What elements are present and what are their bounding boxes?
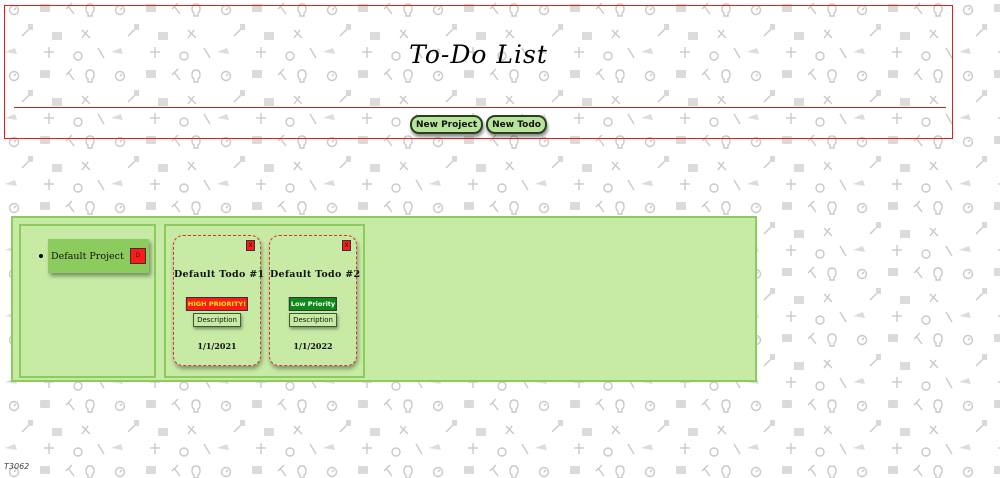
project-label: Default Project xyxy=(51,250,124,262)
page-title: To-Do List xyxy=(409,40,548,69)
main-panel: Default Project D X Default Todo #1 HIGH… xyxy=(11,216,757,382)
list-bullet xyxy=(39,254,43,258)
header-toolbar: New Project New Todo xyxy=(5,115,952,134)
due-date: 1/1/2021 xyxy=(197,341,237,351)
delete-project-button[interactable]: D xyxy=(129,248,146,264)
delete-todo-button[interactable]: X xyxy=(342,240,351,251)
todo-title: Default Todo #1 xyxy=(174,269,265,280)
todos-list: X Default Todo #1 HIGH PRIORITY! Descrip… xyxy=(164,224,365,378)
priority-badge: HIGH PRIORITY! xyxy=(185,297,249,311)
due-date: 1/1/2022 xyxy=(293,341,333,351)
description-button[interactable]: Description xyxy=(289,313,337,327)
new-todo-button[interactable]: New Todo xyxy=(486,115,547,134)
new-project-button[interactable]: New Project xyxy=(410,115,484,134)
delete-todo-button[interactable]: X xyxy=(246,240,255,251)
app-header: To-Do List New Project New Todo xyxy=(4,5,953,139)
priority-badge: Low Priority xyxy=(288,297,338,311)
todo-card[interactable]: X Default Todo #1 HIGH PRIORITY! Descrip… xyxy=(173,235,265,366)
todo-title: Default Todo #2 xyxy=(270,269,361,280)
projects-list: Default Project D xyxy=(19,224,156,378)
header-divider xyxy=(14,107,946,108)
description-button[interactable]: Description xyxy=(193,313,241,327)
todo-card[interactable]: X Default Todo #2 Low Priority Descripti… xyxy=(269,235,361,366)
footer-watermark: T3062 xyxy=(4,462,30,471)
project-item[interactable]: Default Project D xyxy=(39,239,149,273)
